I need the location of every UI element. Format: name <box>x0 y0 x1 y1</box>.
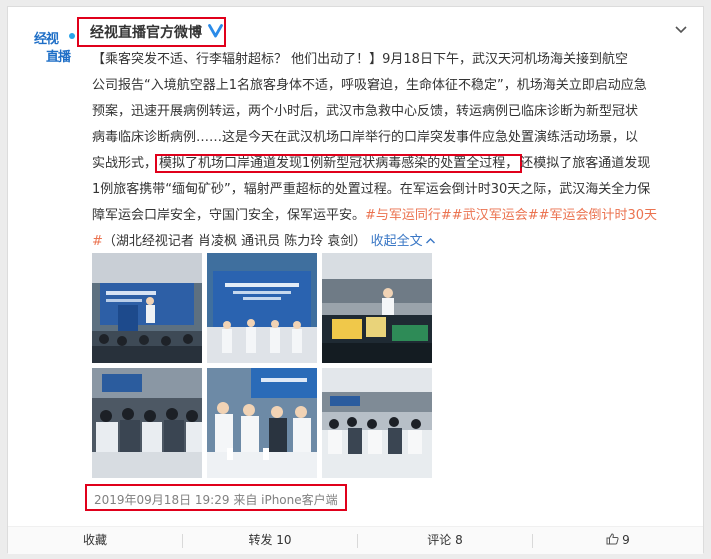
like-button[interactable]: 9 <box>533 527 703 554</box>
post-line: 1例旅客携带“缅甸矿砂”，辐射严重超标的处置过程。在军运会倒计时30天之际，武汉… <box>92 182 651 197</box>
avatar-text-bottom: 直播 <box>46 50 71 65</box>
account-name[interactable]: 经视直播官方微博 <box>90 22 202 42</box>
favorite-button[interactable]: 收藏 <box>8 527 182 554</box>
post-line: 障军运会口岸安全，守国门安全，保军运平安。#与军运同行##武汉军运会##军运会倒… <box>92 203 698 229</box>
post-meta: 2019年09月18日 19:29 来自 iPhone客户端 <box>94 491 338 508</box>
avatar[interactable]: 经视 直播 <box>32 24 76 68</box>
topic-hashtags[interactable]: #与军运同行##武汉军运会##军运会倒计时30天 <box>365 208 657 223</box>
chevron-up-icon <box>425 238 435 244</box>
photo-thumbnail[interactable] <box>207 253 317 363</box>
post-line: 病毒临床诊断病例……这是今天在武汉机场口岸举行的口岸突发事件应急处置演练活动场景… <box>92 130 639 145</box>
collapse-label: 收起全文 <box>370 234 423 249</box>
photo-image <box>207 368 317 478</box>
avatar-dot <box>69 33 75 39</box>
post-text-segment: 还模拟了旅客通道发现 <box>520 156 651 171</box>
post-line: 实战形式， 模拟了机场口岸通道发现1例新型冠状病毒感染的处置全过程， 还模拟了旅客通… <box>92 151 698 177</box>
photo-image <box>92 368 202 478</box>
photo-thumbnail[interactable] <box>322 253 432 363</box>
post-line: 【乘客突发不适、行李辐射超标？ 他们出动了！】9月18日下午，武汉天河机场海关接… <box>92 52 628 67</box>
photo-image <box>92 253 202 363</box>
post-line: 公司报告“入境航空器上1名旅客身体不适，呼吸窘迫，生命体征不稳定”，机场海关立即… <box>92 78 647 93</box>
photo-grid <box>92 253 432 478</box>
post-line: #（湖北经视记者 肖凌枫 通讯员 陈力玲 袁剑） 收起全文 <box>92 229 698 255</box>
topic-hashtag-end[interactable]: # <box>92 234 103 249</box>
like-count: 9 <box>622 533 630 547</box>
post-text-segment: 障军运会口岸安全，守国门安全，保军运平安。 <box>92 208 366 223</box>
photo-thumbnail[interactable] <box>207 368 317 478</box>
chevron-down-icon[interactable] <box>674 25 688 35</box>
comment-button[interactable]: 评论 8 <box>358 527 532 554</box>
post-text-segment: 实战形式， <box>92 156 158 171</box>
reporter-credit: （湖北经视记者 肖凌枫 通讯员 陈力玲 袁剑） <box>102 234 367 249</box>
photo-image <box>322 368 432 478</box>
post-line: 预案，迅速开展病例转运，两个小时后，武汉市急救中心反馈，转运病例已临床诊断为新型… <box>92 104 639 119</box>
photo-thumbnail[interactable] <box>322 368 432 478</box>
post-source: 来自 iPhone客户端 <box>233 493 338 507</box>
photo-image <box>322 253 432 363</box>
repost-button[interactable]: 转发 10 <box>183 527 357 554</box>
highlighted-sentence: 模拟了机场口岸通道发现1例新型冠状病毒感染的处置全过程， <box>155 154 523 173</box>
collapse-text-link[interactable]: 收起全文 <box>371 234 436 249</box>
photo-image <box>207 253 317 363</box>
avatar-text-top: 经视 <box>34 32 59 47</box>
post-timestamp[interactable]: 2019年09月18日 19:29 <box>94 493 229 507</box>
weibo-post-card: 经视 直播 经视直播官方微博 【乘客突发不适、行李辐射超标？ 他们出动了！】9月… <box>7 6 704 554</box>
post-text: 【乘客突发不适、行李辐射超标？ 他们出动了！】9月18日下午，武汉天河机场海关接… <box>92 47 698 255</box>
action-bar: 收藏 转发 10 评论 8 9 <box>8 526 703 554</box>
photo-thumbnail[interactable] <box>92 368 202 478</box>
thumbs-up-icon <box>606 533 619 545</box>
verified-badge-icon <box>208 24 223 38</box>
photo-thumbnail[interactable] <box>92 253 202 363</box>
